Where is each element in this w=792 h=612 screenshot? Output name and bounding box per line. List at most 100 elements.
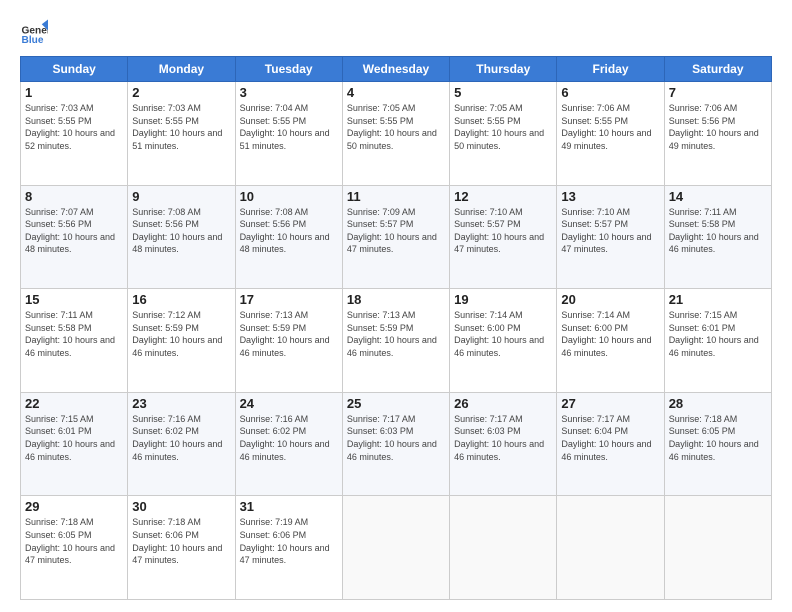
calendar-cell: 24 Sunrise: 7:16 AMSunset: 6:02 PMDaylig… — [235, 392, 342, 496]
day-info: Sunrise: 7:18 AMSunset: 6:05 PMDaylight:… — [669, 414, 759, 462]
calendar-cell: 31 Sunrise: 7:19 AMSunset: 6:06 PMDaylig… — [235, 496, 342, 600]
calendar-cell: 26 Sunrise: 7:17 AMSunset: 6:03 PMDaylig… — [450, 392, 557, 496]
day-info: Sunrise: 7:15 AMSunset: 6:01 PMDaylight:… — [669, 310, 759, 358]
calendar-cell: 4 Sunrise: 7:05 AMSunset: 5:55 PMDayligh… — [342, 82, 449, 186]
day-number: 20 — [561, 292, 659, 307]
day-number: 23 — [132, 396, 230, 411]
calendar-cell: 3 Sunrise: 7:04 AMSunset: 5:55 PMDayligh… — [235, 82, 342, 186]
day-number: 18 — [347, 292, 445, 307]
day-info: Sunrise: 7:13 AMSunset: 5:59 PMDaylight:… — [240, 310, 330, 358]
day-info: Sunrise: 7:18 AMSunset: 6:05 PMDaylight:… — [25, 517, 115, 565]
day-number: 22 — [25, 396, 123, 411]
day-number: 29 — [25, 499, 123, 514]
day-info: Sunrise: 7:05 AMSunset: 5:55 PMDaylight:… — [454, 103, 544, 151]
day-info: Sunrise: 7:14 AMSunset: 6:00 PMDaylight:… — [561, 310, 651, 358]
day-number: 21 — [669, 292, 767, 307]
day-number: 1 — [25, 85, 123, 100]
calendar-cell — [342, 496, 449, 600]
header-thursday: Thursday — [450, 57, 557, 82]
day-info: Sunrise: 7:03 AMSunset: 5:55 PMDaylight:… — [132, 103, 222, 151]
header: General Blue — [20, 18, 772, 46]
day-info: Sunrise: 7:11 AMSunset: 5:58 PMDaylight:… — [669, 207, 759, 255]
calendar-cell: 2 Sunrise: 7:03 AMSunset: 5:55 PMDayligh… — [128, 82, 235, 186]
calendar-cell: 5 Sunrise: 7:05 AMSunset: 5:55 PMDayligh… — [450, 82, 557, 186]
calendar-cell: 14 Sunrise: 7:11 AMSunset: 5:58 PMDaylig… — [664, 185, 771, 289]
logo-icon: General Blue — [20, 18, 48, 46]
day-number: 30 — [132, 499, 230, 514]
day-info: Sunrise: 7:15 AMSunset: 6:01 PMDaylight:… — [25, 414, 115, 462]
day-info: Sunrise: 7:06 AMSunset: 5:56 PMDaylight:… — [669, 103, 759, 151]
calendar-cell: 30 Sunrise: 7:18 AMSunset: 6:06 PMDaylig… — [128, 496, 235, 600]
calendar-cell: 20 Sunrise: 7:14 AMSunset: 6:00 PMDaylig… — [557, 289, 664, 393]
header-tuesday: Tuesday — [235, 57, 342, 82]
calendar-cell: 10 Sunrise: 7:08 AMSunset: 5:56 PMDaylig… — [235, 185, 342, 289]
day-number: 3 — [240, 85, 338, 100]
calendar-cell: 1 Sunrise: 7:03 AMSunset: 5:55 PMDayligh… — [21, 82, 128, 186]
day-info: Sunrise: 7:17 AMSunset: 6:04 PMDaylight:… — [561, 414, 651, 462]
logo: General Blue — [20, 18, 50, 46]
day-info: Sunrise: 7:11 AMSunset: 5:58 PMDaylight:… — [25, 310, 115, 358]
calendar-cell: 9 Sunrise: 7:08 AMSunset: 5:56 PMDayligh… — [128, 185, 235, 289]
day-number: 4 — [347, 85, 445, 100]
calendar-table: Sunday Monday Tuesday Wednesday Thursday… — [20, 56, 772, 600]
day-info: Sunrise: 7:04 AMSunset: 5:55 PMDaylight:… — [240, 103, 330, 151]
day-number: 17 — [240, 292, 338, 307]
day-number: 31 — [240, 499, 338, 514]
day-info: Sunrise: 7:03 AMSunset: 5:55 PMDaylight:… — [25, 103, 115, 151]
header-wednesday: Wednesday — [342, 57, 449, 82]
day-info: Sunrise: 7:16 AMSunset: 6:02 PMDaylight:… — [132, 414, 222, 462]
day-info: Sunrise: 7:16 AMSunset: 6:02 PMDaylight:… — [240, 414, 330, 462]
day-number: 7 — [669, 85, 767, 100]
day-info: Sunrise: 7:10 AMSunset: 5:57 PMDaylight:… — [454, 207, 544, 255]
day-info: Sunrise: 7:17 AMSunset: 6:03 PMDaylight:… — [347, 414, 437, 462]
day-number: 28 — [669, 396, 767, 411]
calendar-week-3: 15 Sunrise: 7:11 AMSunset: 5:58 PMDaylig… — [21, 289, 772, 393]
calendar-week-4: 22 Sunrise: 7:15 AMSunset: 6:01 PMDaylig… — [21, 392, 772, 496]
calendar-cell: 21 Sunrise: 7:15 AMSunset: 6:01 PMDaylig… — [664, 289, 771, 393]
day-info: Sunrise: 7:10 AMSunset: 5:57 PMDaylight:… — [561, 207, 651, 255]
day-number: 9 — [132, 189, 230, 204]
calendar-cell: 17 Sunrise: 7:13 AMSunset: 5:59 PMDaylig… — [235, 289, 342, 393]
day-info: Sunrise: 7:09 AMSunset: 5:57 PMDaylight:… — [347, 207, 437, 255]
day-info: Sunrise: 7:19 AMSunset: 6:06 PMDaylight:… — [240, 517, 330, 565]
day-number: 25 — [347, 396, 445, 411]
calendar-cell: 12 Sunrise: 7:10 AMSunset: 5:57 PMDaylig… — [450, 185, 557, 289]
calendar-cell — [450, 496, 557, 600]
day-number: 10 — [240, 189, 338, 204]
day-info: Sunrise: 7:12 AMSunset: 5:59 PMDaylight:… — [132, 310, 222, 358]
svg-text:Blue: Blue — [22, 35, 44, 46]
day-number: 13 — [561, 189, 659, 204]
calendar-cell: 25 Sunrise: 7:17 AMSunset: 6:03 PMDaylig… — [342, 392, 449, 496]
day-number: 15 — [25, 292, 123, 307]
weekday-header-row: Sunday Monday Tuesday Wednesday Thursday… — [21, 57, 772, 82]
day-number: 19 — [454, 292, 552, 307]
day-number: 5 — [454, 85, 552, 100]
calendar-cell: 13 Sunrise: 7:10 AMSunset: 5:57 PMDaylig… — [557, 185, 664, 289]
day-number: 16 — [132, 292, 230, 307]
calendar-week-1: 1 Sunrise: 7:03 AMSunset: 5:55 PMDayligh… — [21, 82, 772, 186]
calendar-cell: 6 Sunrise: 7:06 AMSunset: 5:55 PMDayligh… — [557, 82, 664, 186]
day-info: Sunrise: 7:07 AMSunset: 5:56 PMDaylight:… — [25, 207, 115, 255]
calendar-cell: 11 Sunrise: 7:09 AMSunset: 5:57 PMDaylig… — [342, 185, 449, 289]
day-info: Sunrise: 7:17 AMSunset: 6:03 PMDaylight:… — [454, 414, 544, 462]
day-number: 11 — [347, 189, 445, 204]
day-info: Sunrise: 7:14 AMSunset: 6:00 PMDaylight:… — [454, 310, 544, 358]
day-number: 14 — [669, 189, 767, 204]
calendar-cell: 18 Sunrise: 7:13 AMSunset: 5:59 PMDaylig… — [342, 289, 449, 393]
day-number: 12 — [454, 189, 552, 204]
day-number: 8 — [25, 189, 123, 204]
day-number: 6 — [561, 85, 659, 100]
day-info: Sunrise: 7:18 AMSunset: 6:06 PMDaylight:… — [132, 517, 222, 565]
day-info: Sunrise: 7:05 AMSunset: 5:55 PMDaylight:… — [347, 103, 437, 151]
calendar-cell: 19 Sunrise: 7:14 AMSunset: 6:00 PMDaylig… — [450, 289, 557, 393]
day-info: Sunrise: 7:13 AMSunset: 5:59 PMDaylight:… — [347, 310, 437, 358]
day-number: 27 — [561, 396, 659, 411]
day-number: 24 — [240, 396, 338, 411]
calendar-cell: 28 Sunrise: 7:18 AMSunset: 6:05 PMDaylig… — [664, 392, 771, 496]
calendar-cell — [557, 496, 664, 600]
day-info: Sunrise: 7:08 AMSunset: 5:56 PMDaylight:… — [132, 207, 222, 255]
page: General Blue Sunday Monday Tuesday Wedne… — [0, 0, 792, 612]
calendar-cell: 8 Sunrise: 7:07 AMSunset: 5:56 PMDayligh… — [21, 185, 128, 289]
calendar-cell: 7 Sunrise: 7:06 AMSunset: 5:56 PMDayligh… — [664, 82, 771, 186]
header-saturday: Saturday — [664, 57, 771, 82]
